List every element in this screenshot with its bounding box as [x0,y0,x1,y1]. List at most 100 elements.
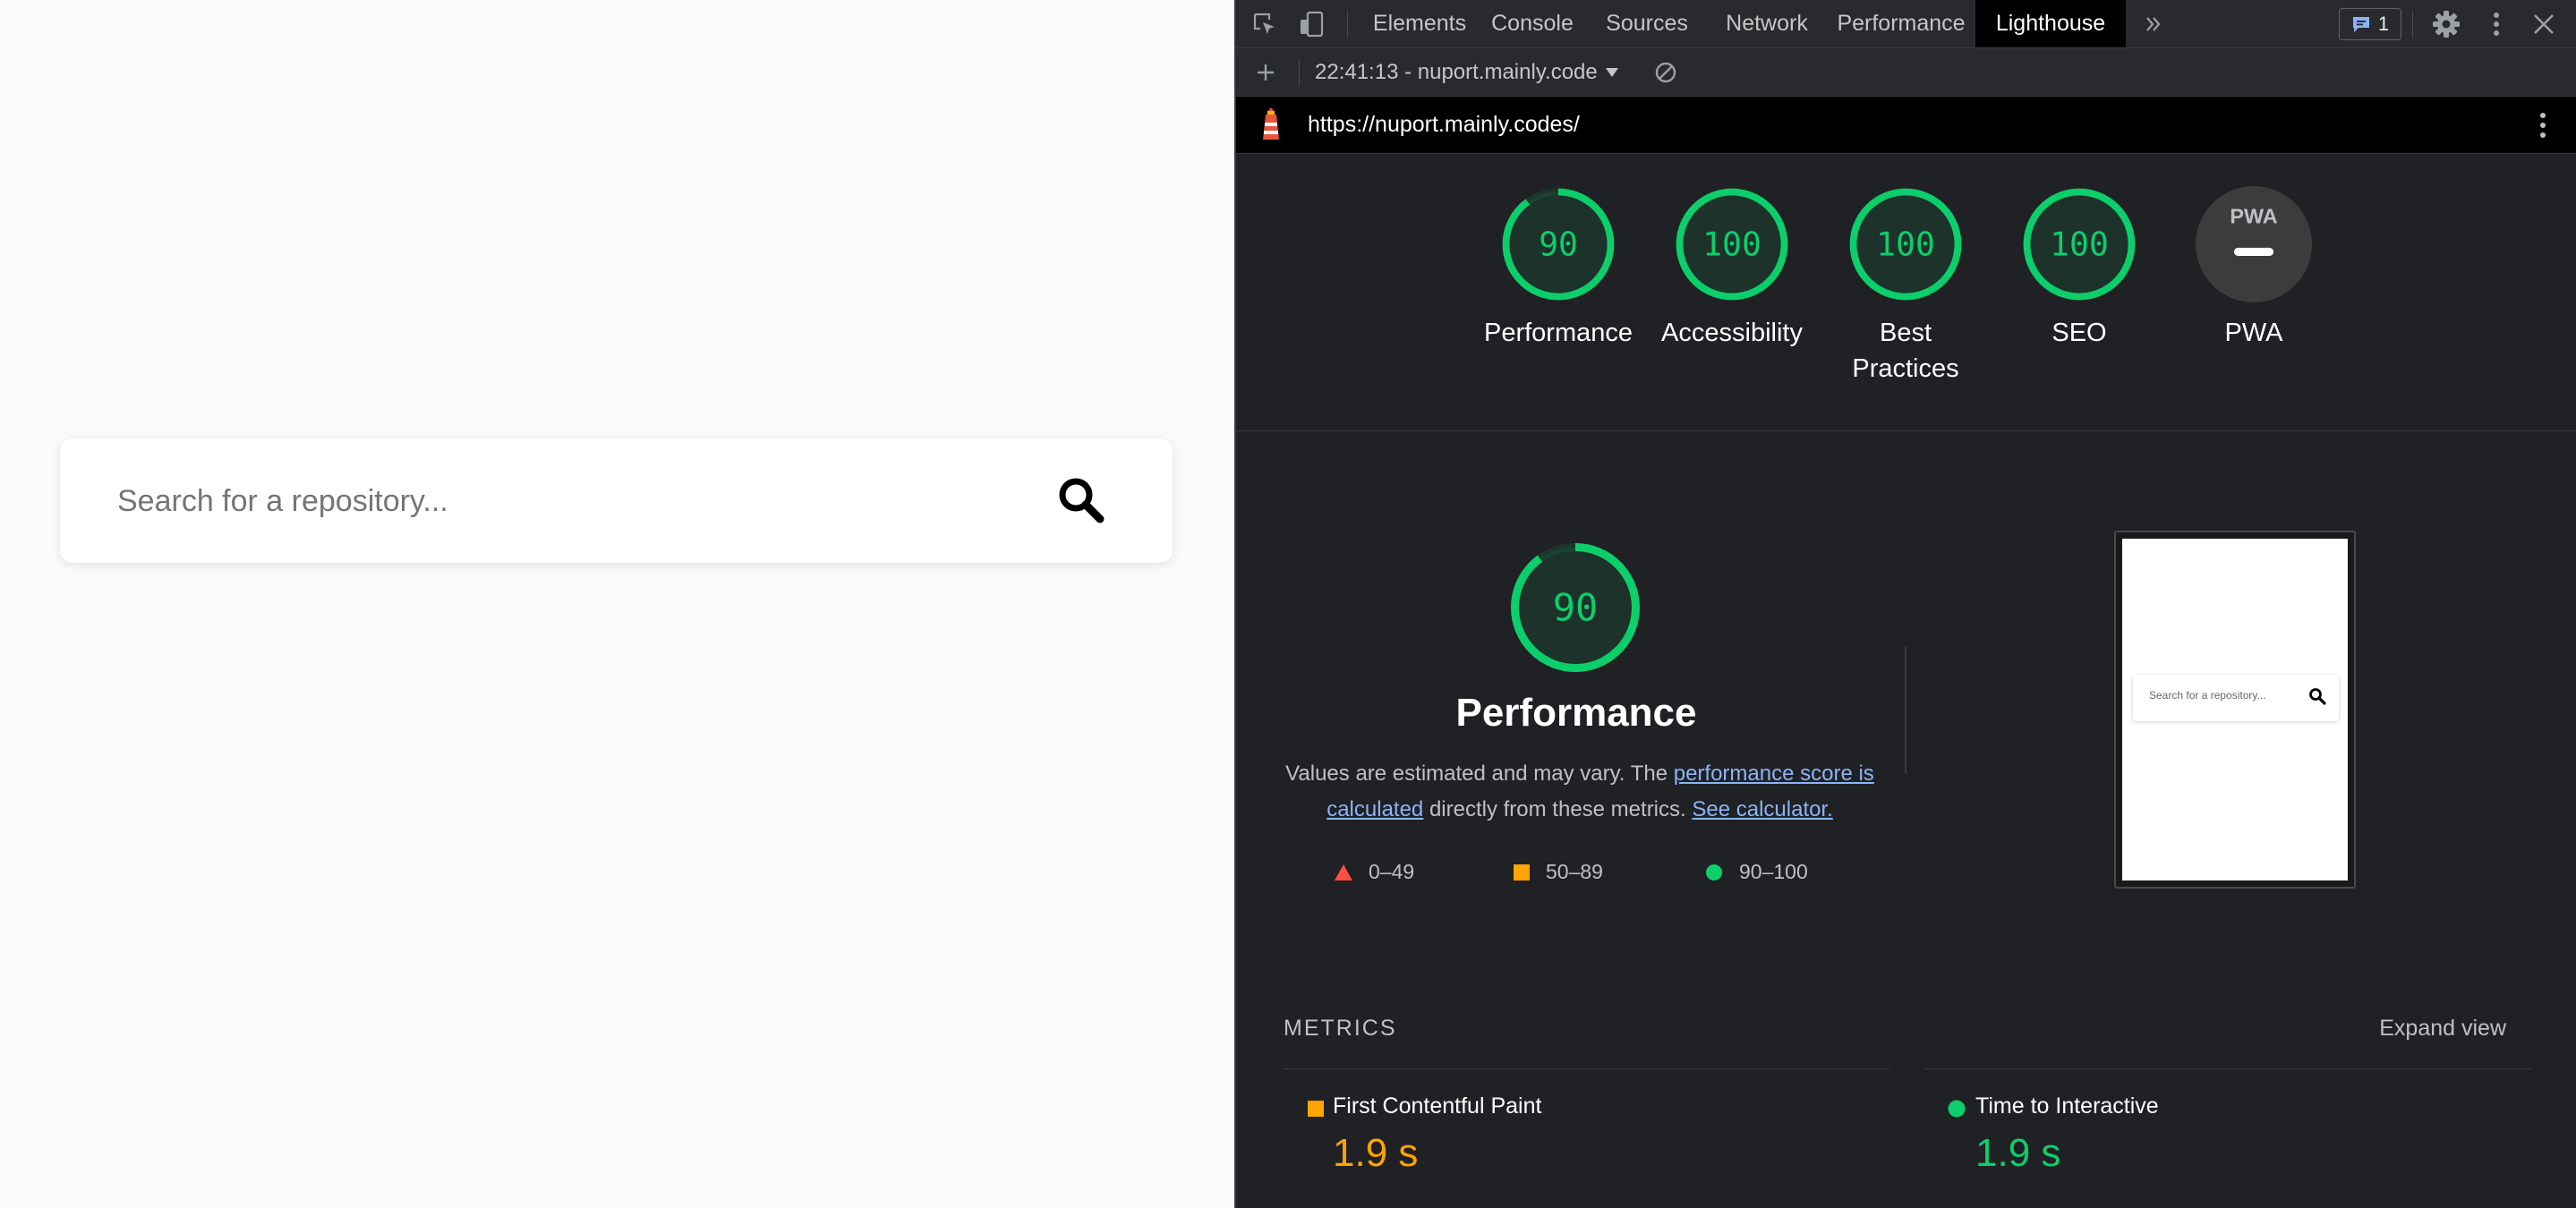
more-tabs-button[interactable] [2137,7,2171,41]
metric-value: 1.9 s [1975,1131,2061,1175]
legend-range: 50–89 [1546,860,1603,883]
device-toolbar-button[interactable] [1295,7,1329,41]
circle-icon [1948,1100,1966,1118]
report-select-value: 22:41:13 - nuport.mainly.code [1315,59,1598,84]
metric-divider [1925,1068,2531,1069]
metric-divider [1284,1068,1889,1069]
search-input[interactable] [115,469,1014,533]
pwa-badge-icon: PWA [2196,186,2312,302]
score-gauge-ring: 100 [1849,188,1962,301]
gauge-label: Accessibility [1661,319,1803,347]
screenshot-page: Search for a repository... [2122,539,2348,880]
score-legend: 0–49 50–89 90–100 [1335,860,1872,892]
metrics-heading: METRICS [1284,1016,1397,1041]
clear-reports-button[interactable] [1649,55,1683,89]
new-report-button[interactable] [1249,55,1283,89]
score-gauge-ring: 100 [2023,188,2136,301]
search-icon [2309,688,2326,705]
tab-performance[interactable]: Performance [1827,0,1975,47]
gauge-score: 90 [1553,586,1599,630]
tab-elements[interactable]: Elements [1361,0,1478,47]
legend-range: 0–49 [1369,860,1415,883]
circle-icon [1706,863,1722,880]
settings-button[interactable] [2429,7,2463,41]
close-devtools-button[interactable] [2527,7,2561,41]
metric-name: Time to Interactive [1975,1093,2159,1119]
square-icon [1308,1101,1324,1117]
report-url-bar: https://nuport.mainly.codes/ [1236,97,2576,154]
gauge-score: 100 [2050,225,2109,264]
gauge-score: 100 [1876,225,1935,264]
report-url[interactable]: https://nuport.mainly.codes/ [1308,97,1580,153]
plus-icon [1258,64,1274,81]
device-mode-icon [1301,11,1324,38]
tab-lighthouse[interactable]: Lighthouse [1975,0,2126,47]
report-select[interactable]: 22:41:13 - nuport.mainly.code [1315,48,1619,96]
pwa-badge-text: PWA [2230,205,2277,228]
search-icon [1059,478,1105,523]
gauge-score: 100 [1702,225,1761,264]
message-icon [2352,17,2369,32]
gauge-label: Performance [1483,319,1633,347]
gauge-label: Best Practices [1852,319,1959,383]
lighthouse-logo-icon [1258,107,1284,148]
tab-console[interactable]: Console [1478,0,1587,47]
chevron-double-right-icon [2146,17,2161,31]
triangle-icon [1335,863,1352,880]
gauge-pwa[interactable]: PWA PWA [2178,186,2330,351]
lighthouse-toolbar: 22:41:13 - nuport.mainly.code [1236,48,2576,97]
block-icon [1655,62,1676,83]
caret-down-icon [1605,67,1618,77]
kebab-menu-icon [2494,13,2499,36]
kebab-menu-icon [2540,113,2546,138]
report-menu-button[interactable] [2538,111,2547,144]
inspect-cursor-icon [1253,13,1275,34]
screenshot-search-placeholder: Search for a repository... [2149,689,2266,702]
section-divider [1236,430,2576,431]
gear-icon [2433,11,2460,38]
issues-badge[interactable]: 1 [2339,8,2401,40]
inspect-element-button[interactable] [1248,7,1282,41]
toolbar-separator [1347,11,1348,38]
vertical-separator [1905,646,1906,773]
app-viewport [0,0,1234,1208]
close-icon [2534,14,2554,34]
gauge-label: PWA [2224,319,2283,347]
gauge-performance[interactable]: 90 Performance [1482,186,1634,351]
issues-count: 1 [2377,13,2390,35]
description-text: Values are estimated and may vary. The [1285,761,1674,786]
legend-item-average: 50–89 [1514,860,1603,884]
gauge-accessibility[interactable]: 100 Accessibility [1656,186,1808,351]
toolbar-separator [1299,59,1300,86]
metric-name: First Contentful Paint [1333,1093,1542,1119]
legend-item-pass: 90–100 [1705,860,1808,884]
gauge-score: 90 [1539,225,1578,264]
devtools-tabbar: Elements Console Sources Network Perform… [1236,0,2576,48]
devtools-panel: Elements Console Sources Network Perform… [1236,0,2576,1208]
description-text: directly from these metrics. [1423,797,1693,821]
gauge-seo[interactable]: 100 SEO [2003,186,2155,351]
customize-menu-button[interactable] [2479,7,2513,41]
legend-range: 90–100 [1739,860,1808,883]
gauge-label: SEO [2051,319,2107,347]
search-box [60,438,1173,563]
expand-view-button[interactable]: Expand view [2379,1016,2506,1042]
legend-item-fail: 0–49 [1335,860,1414,884]
performance-detail-gauge: 90 [1508,540,1642,679]
score-gauge-ring: 90 [1511,543,1640,672]
see-calculator-link[interactable]: See calculator. [1692,797,1832,821]
toolbar-separator [2412,11,2413,38]
final-screenshot[interactable]: Search for a repository... [2114,531,2356,889]
performance-description: Values are estimated and may vary. The p… [1284,756,1875,828]
tab-network[interactable]: Network [1707,0,1827,47]
performance-title: Performance [1455,691,1697,735]
search-button[interactable] [1053,472,1109,528]
gauge-best-practices[interactable]: 100 Best Practices [1830,186,1982,387]
pwa-dash [2233,247,2274,256]
score-gauge-ring: 90 [1502,188,1615,301]
screenshot-search-box: Search for a repository... [2133,675,2339,721]
tab-sources[interactable]: Sources [1587,0,1707,47]
square-icon [1514,863,1530,880]
metric-value: 1.9 s [1333,1131,1419,1175]
score-gauge-ring: 100 [1676,188,1788,301]
